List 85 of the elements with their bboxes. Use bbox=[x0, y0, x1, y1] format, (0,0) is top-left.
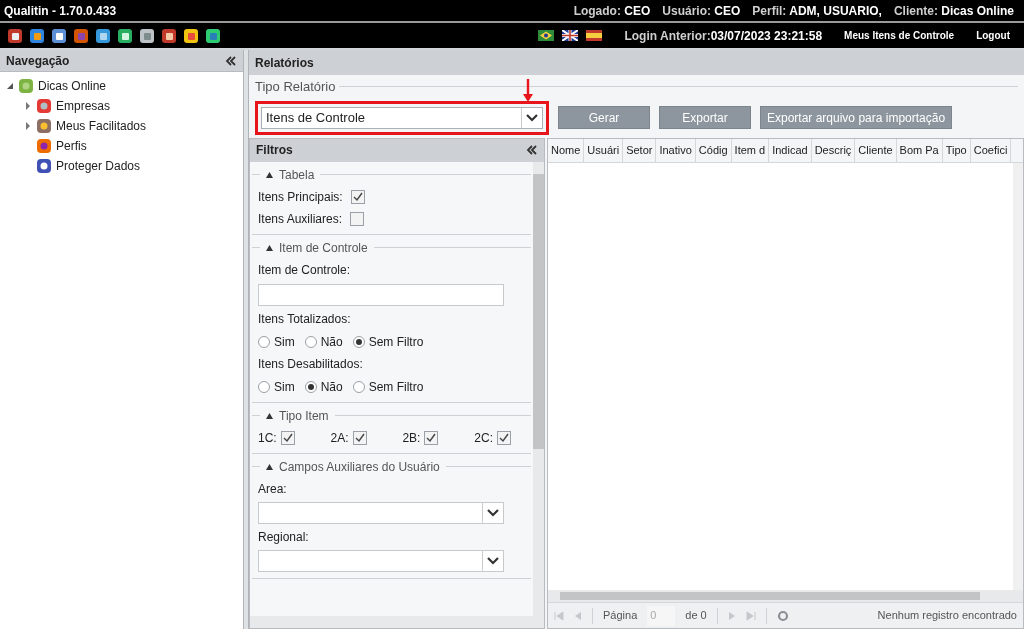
field-label: Itens Desabilitados: bbox=[258, 355, 364, 373]
radio-label: Não bbox=[320, 378, 343, 396]
radio-button[interactable] bbox=[304, 335, 317, 348]
page-label: Página bbox=[603, 608, 638, 624]
window-title: Qualitin - 1.70.0.433 bbox=[4, 2, 117, 20]
collapse-triangle-icon[interactable] bbox=[266, 463, 273, 470]
session-info: Cliente: Dicas Online bbox=[893, 2, 1014, 20]
vertical-scrollbar[interactable] bbox=[1013, 162, 1023, 590]
radio-button[interactable] bbox=[258, 335, 270, 348]
session-info: Logado: CEO bbox=[573, 2, 651, 20]
field-label: 2B: bbox=[402, 429, 421, 447]
section-title[interactable]: Tabela bbox=[279, 165, 315, 184]
horizontal-scrollbar[interactable] bbox=[548, 590, 1023, 602]
panel-title: Relatórios bbox=[255, 54, 314, 72]
expanded-triangle-icon[interactable] bbox=[6, 82, 14, 90]
field-label: Item de Controle: bbox=[258, 261, 352, 279]
field-label: Regional: bbox=[258, 528, 310, 546]
collapsed-triangle-icon[interactable] bbox=[24, 102, 32, 110]
collapse-icon[interactable] bbox=[225, 54, 237, 67]
vertical-scrollbar[interactable] bbox=[533, 161, 544, 616]
field-label: Itens Principais: bbox=[258, 188, 343, 206]
fieldset-legend: Tipo Relatório bbox=[255, 77, 336, 97]
radio-label: Sim bbox=[274, 333, 295, 351]
column-header[interactable]: Nome bbox=[548, 138, 585, 162]
checkbox[interactable] bbox=[350, 189, 365, 204]
header-link[interactable]: Meus Itens de Controle bbox=[844, 28, 955, 43]
header-link[interactable]: Logout bbox=[976, 28, 1010, 43]
select-field[interactable] bbox=[258, 549, 504, 572]
checkbox[interactable] bbox=[280, 430, 295, 445]
session-info: Usuário: CEO bbox=[662, 2, 741, 20]
collapse-triangle-icon[interactable] bbox=[266, 171, 273, 178]
column-header[interactable]: Indicad bbox=[769, 138, 812, 162]
field-label: 1C: bbox=[258, 429, 277, 447]
field-label: Itens Auxiliares: bbox=[258, 210, 343, 228]
tree-item[interactable]: Proteger Dados bbox=[56, 157, 141, 175]
page-count: de 0 bbox=[685, 608, 707, 624]
column-header[interactable]: Item d bbox=[731, 138, 770, 162]
collapse-triangle-icon[interactable] bbox=[266, 412, 273, 419]
radio-button[interactable] bbox=[352, 380, 365, 393]
field-label: Itens Totalizados: bbox=[258, 310, 352, 328]
column-header[interactable]: Códig bbox=[695, 138, 732, 162]
collapse-icon[interactable] bbox=[526, 144, 538, 156]
section-title[interactable]: Tipo Item bbox=[279, 406, 329, 425]
column-header[interactable]: Inativo bbox=[656, 138, 696, 162]
tree-item[interactable]: Meus Facilitados bbox=[56, 117, 147, 135]
collapsed-triangle-icon[interactable] bbox=[24, 122, 32, 130]
radio-button[interactable] bbox=[304, 380, 317, 393]
radio-label: Sem Filtro bbox=[368, 378, 424, 396]
radio-button[interactable] bbox=[352, 335, 365, 348]
flag-icon[interactable] bbox=[538, 30, 555, 41]
radio-label: Sem Filtro bbox=[368, 333, 424, 351]
checkbox[interactable] bbox=[497, 430, 511, 445]
section-title[interactable]: Item de Controle bbox=[279, 238, 368, 257]
panel-title: Filtros bbox=[256, 142, 293, 159]
flag-icon[interactable] bbox=[586, 30, 603, 41]
checkbox[interactable] bbox=[352, 430, 367, 445]
input-field[interactable] bbox=[258, 283, 504, 306]
column-header[interactable]: Setor bbox=[623, 138, 657, 162]
tree-item[interactable]: Dicas Online bbox=[38, 77, 107, 95]
checkbox[interactable] bbox=[424, 430, 439, 445]
radio-button[interactable] bbox=[258, 380, 270, 393]
column-header[interactable]: Bom Pa bbox=[896, 138, 943, 162]
column-header[interactable]: Usuári bbox=[584, 138, 624, 162]
tree-item[interactable]: Perfis bbox=[56, 137, 87, 155]
column-header[interactable]: Cliente bbox=[855, 138, 897, 162]
section-title[interactable]: Campos Auxiliares do Usuário bbox=[279, 457, 440, 476]
column-header[interactable]: Coefici bbox=[970, 138, 1012, 162]
tree-item[interactable]: Empresas bbox=[56, 97, 111, 115]
column-header[interactable]: Descriç bbox=[811, 138, 856, 162]
report-type-select[interactable]: Itens de Controle bbox=[261, 106, 543, 129]
status-text: Nenhum registro encontrado bbox=[877, 608, 1017, 624]
field-label: Area: bbox=[258, 480, 288, 498]
collapse-triangle-icon[interactable] bbox=[266, 244, 273, 251]
field-label: 2C: bbox=[474, 429, 493, 447]
field-label: 2A: bbox=[330, 429, 349, 447]
horizontal-scrollbar[interactable] bbox=[250, 616, 544, 628]
last-login: Login Anterior:03/07/2023 23:21:58 bbox=[624, 27, 823, 45]
panel-title: Navegação bbox=[6, 52, 70, 70]
select-field[interactable] bbox=[258, 501, 504, 524]
session-info: Perfil: ADM, USUARIO, bbox=[752, 2, 882, 20]
radio-label: Sim bbox=[274, 378, 295, 396]
checkbox[interactable] bbox=[350, 211, 365, 226]
column-header[interactable]: Tipo bbox=[942, 138, 971, 162]
radio-label: Não bbox=[320, 333, 343, 351]
flag-icon[interactable] bbox=[562, 30, 579, 41]
